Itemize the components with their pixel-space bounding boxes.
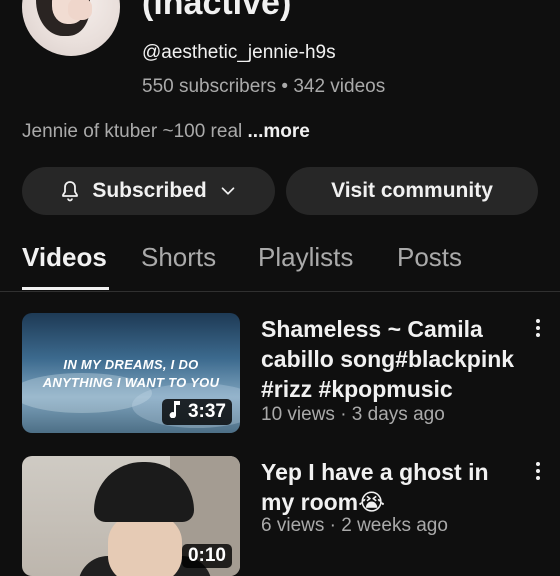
video-title[interactable]: Yep I have a ghost in my room😭 xyxy=(261,457,501,517)
subscribed-label: Subscribed xyxy=(92,179,207,202)
music-note-icon xyxy=(168,400,182,424)
bell-icon xyxy=(58,179,82,203)
video-thumbnail[interactable]: 0:10 xyxy=(22,456,240,576)
more-options-icon[interactable] xyxy=(530,462,546,483)
video-thumbnail[interactable]: IN MY DREAMS, I DO ANYTHING I WANT TO YO… xyxy=(22,313,240,433)
channel-title: (inactive) xyxy=(142,0,292,22)
thumbnail-caption: ANYTHING I WANT TO YOU xyxy=(42,375,220,390)
video-meta: 6 views · 2 weeks ago xyxy=(261,515,448,536)
channel-handle: @aesthetic_jennie-h9s xyxy=(142,42,336,63)
active-tab-indicator xyxy=(22,287,109,290)
tab-shorts[interactable]: Shorts xyxy=(141,242,216,273)
duration-text: 3:37 xyxy=(187,401,226,422)
more-link[interactable]: ...more xyxy=(248,121,310,142)
tab-playlists[interactable]: Playlists xyxy=(258,242,353,273)
chevron-down-icon xyxy=(217,180,239,202)
channel-stats: 550 subscribers • 342 videos xyxy=(142,76,386,97)
thumbnail-caption: IN MY DREAMS, I DO xyxy=(63,357,199,372)
tab-posts[interactable]: Posts xyxy=(397,242,462,273)
subscribed-button[interactable]: Subscribed xyxy=(22,167,275,215)
channel-avatar[interactable] xyxy=(22,0,120,56)
tab-videos[interactable]: Videos xyxy=(22,242,107,273)
channel-tabs: Videos Shorts Playlists Posts xyxy=(0,240,560,292)
thumbnail-person-face xyxy=(108,514,182,576)
more-options-icon[interactable] xyxy=(530,319,546,340)
channel-description[interactable]: Jennie of ktuber ~100 real ...more xyxy=(22,121,310,143)
tabs-divider xyxy=(0,291,560,292)
duration-badge: 0:10 xyxy=(181,544,232,568)
video-meta: 10 views · 3 days ago xyxy=(261,404,445,425)
duration-badge: 3:37 xyxy=(161,399,232,425)
avatar-hand xyxy=(68,0,92,20)
duration-text: 0:10 xyxy=(187,545,226,566)
video-title[interactable]: Shameless ~ Camila cabillo song#blackpin… xyxy=(261,314,523,404)
visit-community-label: Visit community xyxy=(331,179,493,202)
description-text: Jennie of ktuber ~100 real xyxy=(22,121,248,142)
visit-community-button[interactable]: Visit community xyxy=(286,167,538,215)
